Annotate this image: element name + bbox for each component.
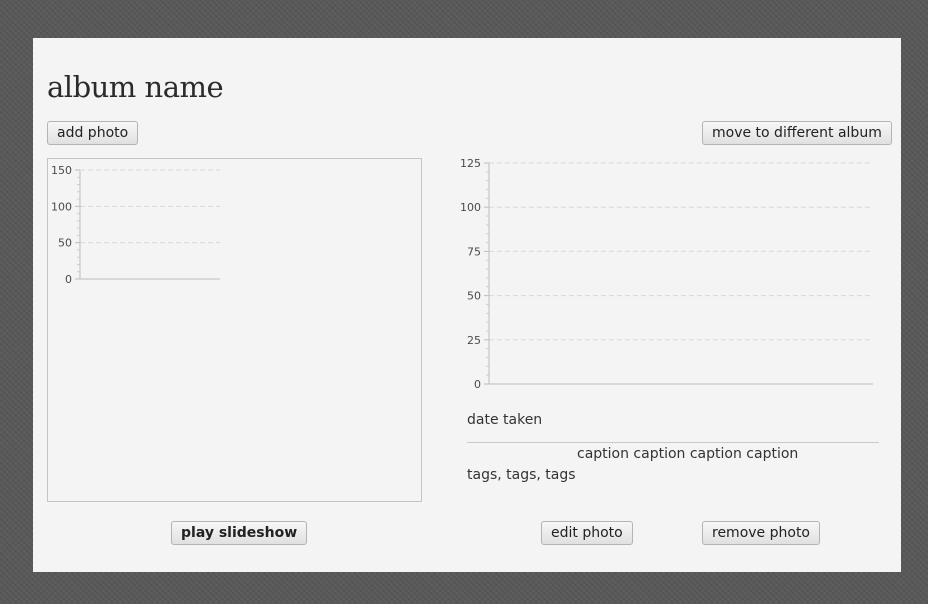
play-slideshow-button[interactable]: play slideshow — [171, 521, 308, 545]
y-tick-label: 50 — [467, 290, 481, 303]
album-window: album name add photo move to different a… — [33, 38, 901, 572]
move-to-album-button[interactable]: move to different album — [702, 121, 892, 145]
y-tick-label: 75 — [467, 245, 481, 258]
y-tick-label: 100 — [51, 200, 72, 213]
y-tick-label: 150 — [51, 164, 72, 177]
caption-text: caption caption caption caption — [577, 446, 799, 462]
details-divider — [467, 442, 879, 443]
y-tick-label: 125 — [460, 157, 481, 170]
thumbnail-chart: 0 50 100 150 — [51, 164, 220, 286]
date-taken-label: date taken — [467, 412, 543, 428]
thumbnail-panel[interactable]: 0 50 100 150 — [47, 158, 422, 502]
photo-chart: 0 25 50 75 100 125 — [460, 157, 873, 391]
y-tick-label: 0 — [65, 273, 72, 286]
edit-photo-button[interactable]: edit photo — [541, 521, 633, 545]
remove-photo-button[interactable]: remove photo — [702, 521, 820, 545]
add-photo-button[interactable]: add photo — [47, 121, 139, 145]
tags-text: tags, tags, tags — [467, 467, 576, 483]
y-tick-label: 50 — [58, 237, 72, 250]
album-title: album name — [47, 70, 224, 104]
y-tick-label: 100 — [460, 201, 481, 214]
y-tick-label: 25 — [467, 334, 481, 347]
y-tick-label: 0 — [474, 378, 481, 391]
